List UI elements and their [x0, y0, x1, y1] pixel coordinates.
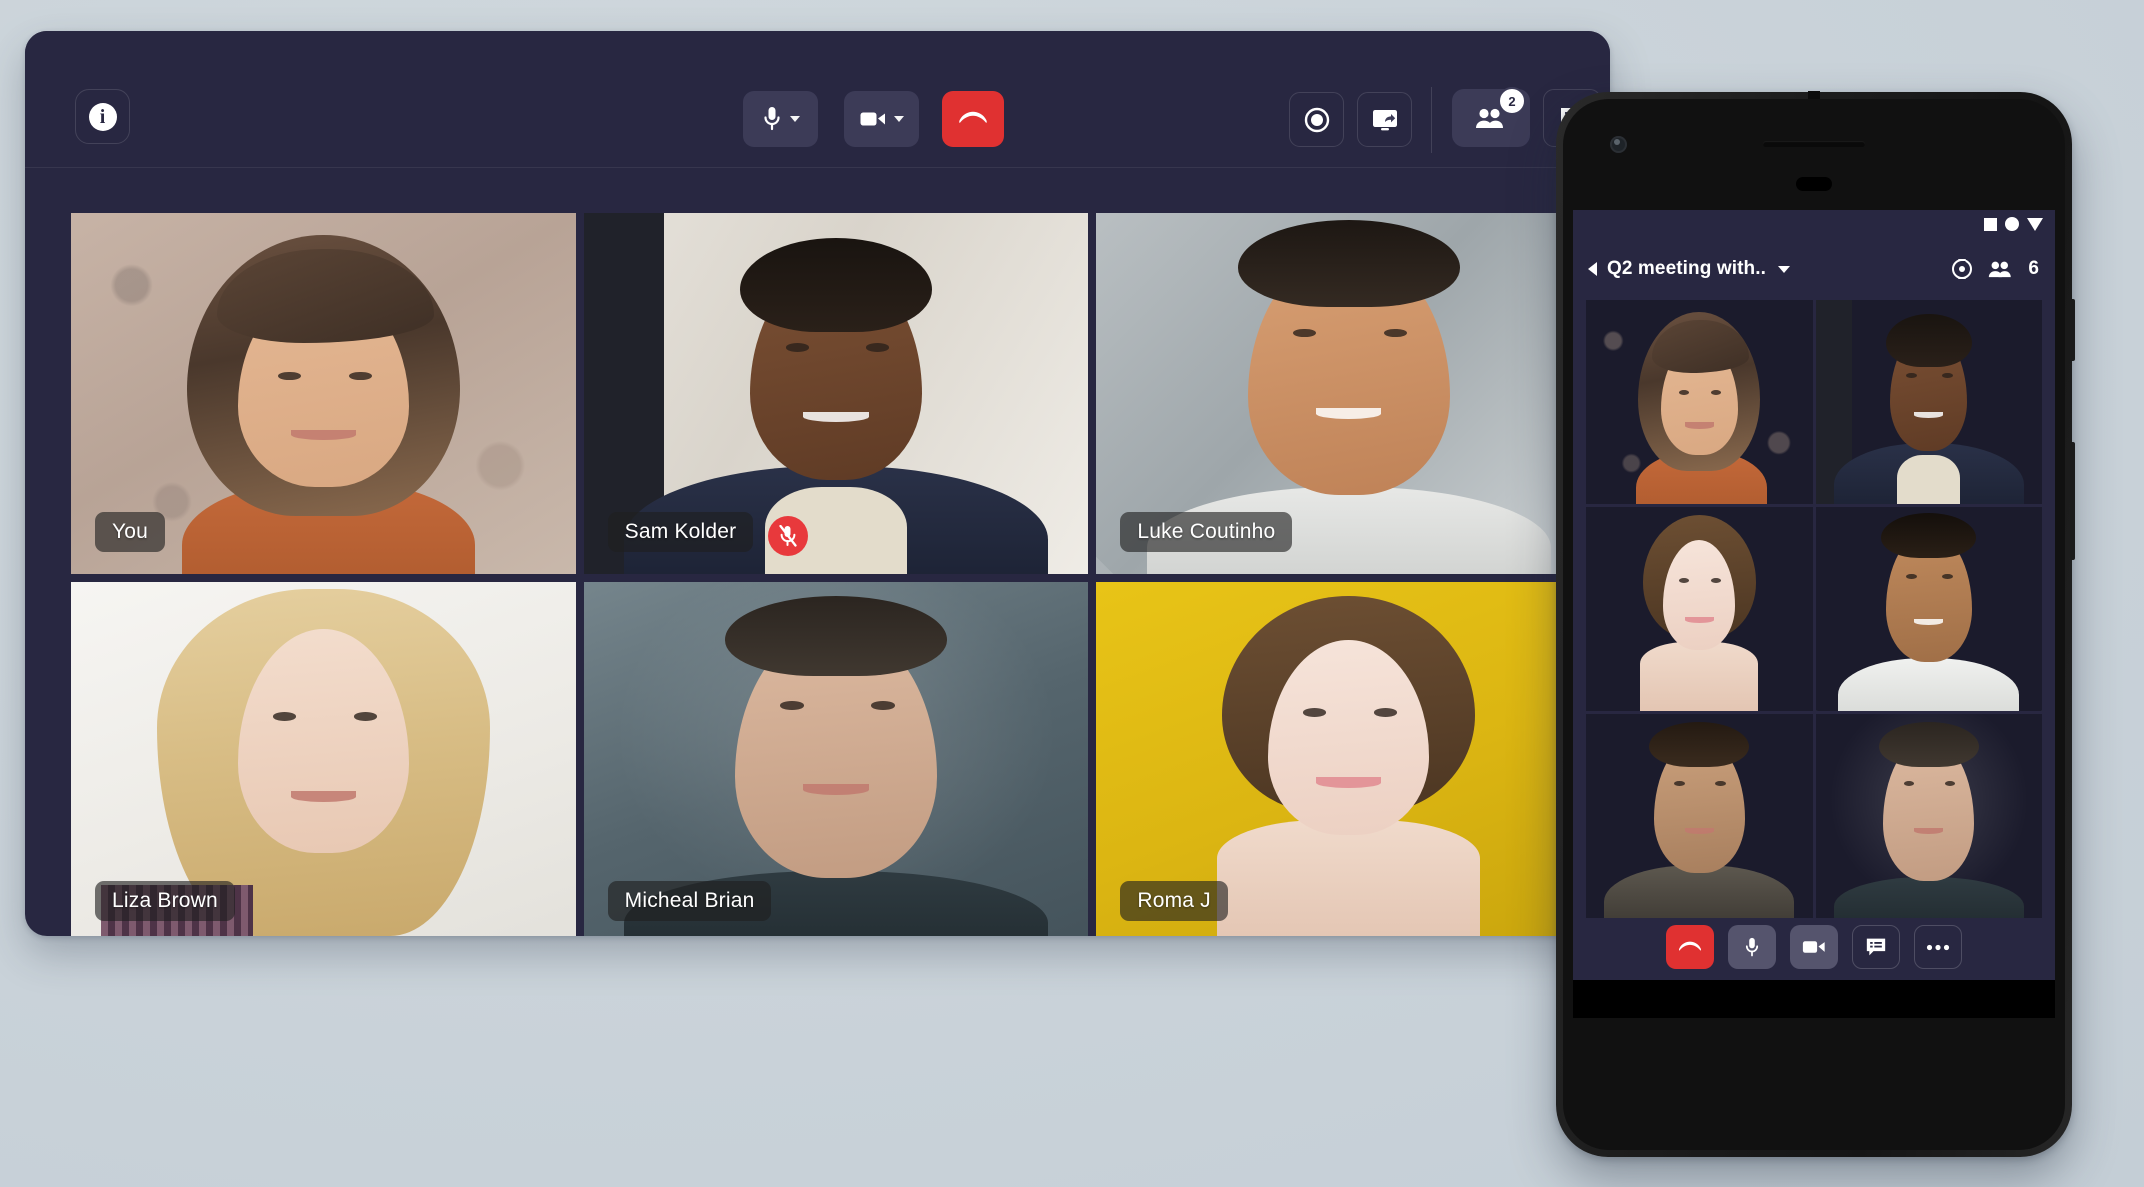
participants-button[interactable]: 2: [1452, 87, 1530, 147]
phone-status-bar: [1573, 210, 2055, 240]
back-icon[interactable]: [1588, 262, 1597, 276]
participant-name-label: Sam Kolder: [607, 512, 754, 552]
desktop-video-grid: You Sam Kolder Luke Coutinho Liza Brown …: [71, 213, 1601, 936]
video-tile[interactable]: You: [71, 213, 576, 574]
desktop-toolbar: i 2: [25, 31, 1610, 168]
screen-share-icon: [1372, 109, 1397, 130]
camera-icon: [1802, 941, 1825, 953]
video-tile[interactable]: [1586, 300, 1813, 504]
meeting-title-chevron-down-icon[interactable]: [1778, 265, 1790, 273]
earpiece-speaker: [1763, 141, 1865, 147]
power-button[interactable]: [2070, 299, 2075, 361]
video-tile[interactable]: [1815, 714, 2042, 918]
phone-header: Q2 meeting with.. 6: [1573, 240, 2055, 298]
video-tile[interactable]: Micheal Brian: [583, 582, 1089, 936]
info-icon: i: [88, 102, 117, 131]
record-icon: [1304, 107, 1329, 132]
phone-hangup-icon: [959, 111, 987, 123]
hangup-button[interactable]: [1666, 925, 1714, 969]
switch-camera-icon[interactable]: [1950, 257, 1974, 281]
circle-icon: [2005, 217, 2019, 231]
record-button[interactable]: [1289, 92, 1344, 147]
share-screen-button[interactable]: [1357, 92, 1412, 147]
participant-name-label: Micheal Brian: [607, 881, 772, 921]
camera-button[interactable]: [1790, 925, 1838, 969]
video-tile[interactable]: [1815, 300, 2042, 504]
participant-name-label: You: [95, 512, 166, 552]
front-camera-icon: [1610, 136, 1627, 153]
microphone-button[interactable]: [1728, 925, 1776, 969]
video-tile[interactable]: [1815, 507, 2042, 711]
video-tile[interactable]: Sam Kolder: [583, 213, 1089, 574]
phone-video-grid: [1573, 300, 2055, 918]
mic-muted-icon: [779, 525, 797, 547]
video-tile[interactable]: Liza Brown: [71, 582, 576, 936]
camera-icon: [860, 112, 885, 126]
more-horizontal-icon: [1926, 944, 1950, 950]
phone-screen: Q2 meeting with.. 6: [1573, 210, 2055, 1018]
more-options-button[interactable]: [1914, 925, 1962, 969]
phone-call-controls: [1573, 914, 2055, 980]
toolbar-divider: [1431, 87, 1432, 153]
microphone-icon: [1745, 937, 1759, 956]
video-tile[interactable]: Roma J: [1096, 582, 1601, 936]
proximity-sensor: [1796, 177, 1832, 191]
volume-button[interactable]: [2070, 442, 2075, 560]
phone-navigation-bar: [1573, 980, 2055, 1018]
hangup-button[interactable]: [942, 91, 1004, 147]
camera-button[interactable]: [844, 91, 919, 147]
microphone-button[interactable]: [743, 91, 818, 147]
participant-name-label: Liza Brown: [95, 881, 235, 921]
phone-hangup-icon: [1679, 941, 1701, 951]
participants-count-badge: 2: [1498, 87, 1526, 115]
participant-name-label: Luke Coutinho: [1120, 512, 1293, 552]
desktop-meeting-window: i 2 You Sam Kolder Luke Coutinho Liza Br…: [25, 31, 1610, 936]
people-icon: [1989, 261, 2012, 278]
camera-chevron-down-icon[interactable]: [893, 116, 904, 122]
video-tile[interactable]: [1586, 714, 1813, 918]
mobile-phone-mockup: Q2 meeting with.. 6: [1556, 91, 2075, 1157]
muted-mic-badge: [767, 516, 808, 556]
meeting-title: Q2 meeting with..: [1607, 258, 1766, 279]
video-tile[interactable]: Luke Coutinho: [1096, 213, 1601, 574]
chat-button[interactable]: [1852, 925, 1900, 969]
video-tile[interactable]: [1586, 507, 1813, 711]
square-icon: [1984, 217, 1997, 231]
mic-chevron-down-icon[interactable]: [789, 116, 800, 122]
chat-icon: [1866, 938, 1886, 956]
participant-name-label: Roma J: [1120, 881, 1228, 921]
page-background: i 2 You Sam Kolder Luke Coutinho Liza Br…: [0, 0, 2144, 1187]
triangle-down-icon: [2027, 217, 2043, 231]
participant-count: 6: [2028, 258, 2039, 279]
microphone-icon: [763, 107, 780, 131]
info-button[interactable]: i: [75, 89, 130, 144]
